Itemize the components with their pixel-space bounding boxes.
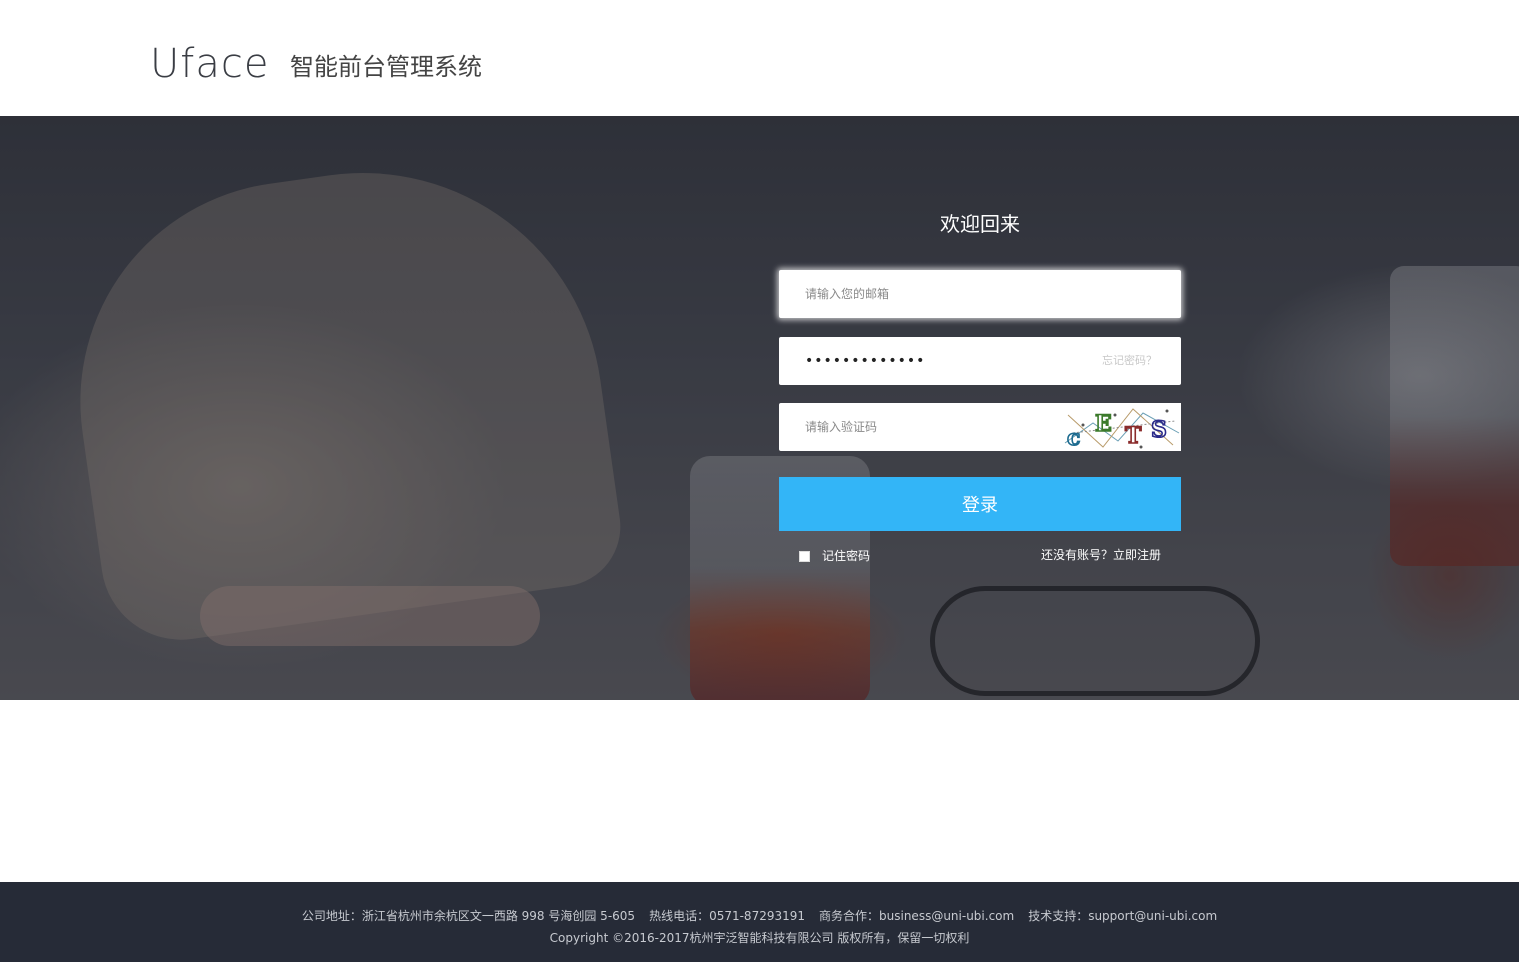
svg-text:S: S [1151,417,1167,443]
hero-overlay [0,116,1519,700]
page-header: Uface 智能前台管理系统 [0,0,1519,116]
system-name: 智能前台管理系统 [290,53,482,81]
footer-contact: 公司地址：浙江省杭州市余杭区文一西路 998 号海创园 5-605 热线电话：05… [0,908,1519,924]
register-link[interactable]: 还没有账号？立即注册 [1041,547,1161,563]
footer-address: 公司地址：浙江省杭州市余杭区文一西路 998 号海创园 5-605 [301,909,636,923]
remember-checkbox[interactable] [799,550,810,562]
footer-business: 商务合作：business@uni-ubi.com [819,909,1015,923]
uface-logo: Uface [150,41,270,87]
hero-background [0,116,1519,700]
captcha-field[interactable]: c E T S [779,403,1181,451]
captcha-graphic: c E T S [1063,403,1181,451]
footer-support: 技术支持：support@uni-ubi.com [1028,909,1218,923]
footer-hotline: 热线电话：0571-87293191 [649,909,806,923]
svg-text:c: c [1067,425,1080,451]
login-button[interactable]: 登录 [779,477,1181,531]
login-form: 欢迎回来 ••••••••••••• 忘记密码？ c E T S [779,116,1181,700]
password-value[interactable]: ••••••••••••• [805,351,925,371]
remember-password[interactable]: 记住密码 [799,548,870,564]
email-field[interactable] [779,270,1181,318]
remember-label: 记住密码 [822,549,871,563]
page-footer: 公司地址：浙江省杭州市余杭区文一西路 998 号海创园 5-605 热线电话：05… [0,882,1519,962]
svg-text:T: T [1125,423,1142,449]
welcome-title: 欢迎回来 [940,212,1020,236]
footer-copyright: Copyright ©2016-2017杭州宇泛智能科技有限公司 版权所有，保留… [549,931,970,945]
email-input[interactable] [779,270,1181,318]
captcha-input[interactable] [779,403,1063,451]
password-field[interactable]: ••••••••••••• 忘记密码？ [779,337,1181,385]
forgot-password-link[interactable]: 忘记密码？ [1102,353,1157,369]
captcha-image[interactable]: c E T S [1063,403,1181,451]
svg-text:E: E [1095,411,1112,437]
